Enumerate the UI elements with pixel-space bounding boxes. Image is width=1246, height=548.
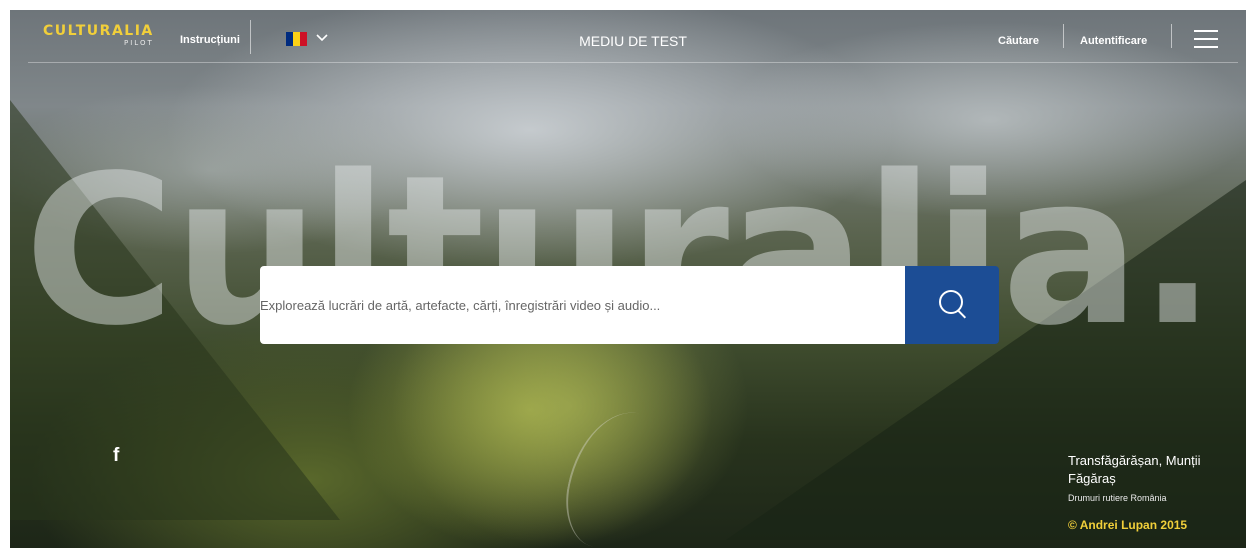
image-caption: Transfăgărășan, Munții Făgăraș Drumuri r… (1068, 452, 1228, 503)
search-link[interactable]: Căutare (998, 35, 1039, 47)
caption-subtitle: Drumuri rutiere România (1068, 493, 1167, 503)
nav-divider (1171, 24, 1172, 48)
page: Culturalia. CULTURALIA PILOT Instrucțiun… (0, 0, 1246, 548)
facebook-icon[interactable]: f (113, 445, 119, 467)
photo-credit: © Andrei Lupan 2015 (1068, 518, 1188, 532)
caption-title: Transfăgărășan, Munții Făgăraș (1068, 453, 1201, 486)
search-button[interactable] (905, 266, 999, 344)
search-input[interactable] (260, 266, 890, 344)
login-link[interactable]: Autentificare (1080, 35, 1147, 47)
environment-label: MEDIU DE TEST (579, 33, 687, 49)
top-navbar: CULTURALIA PILOT Instrucțiuni MEDIU DE T… (28, 10, 1238, 63)
search-box (260, 266, 905, 344)
hamburger-menu-icon[interactable] (1194, 30, 1218, 48)
hero-background: Culturalia. CULTURALIA PILOT Instrucțiun… (10, 10, 1246, 548)
nav-divider (1063, 24, 1064, 48)
